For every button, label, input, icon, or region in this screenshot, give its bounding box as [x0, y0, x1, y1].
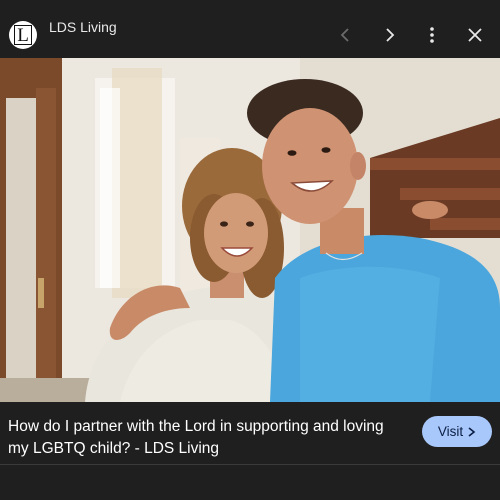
site-name[interactable]: LDS Living — [49, 19, 117, 35]
site-logo[interactable]: L — [9, 21, 37, 49]
next-button[interactable] — [376, 22, 402, 48]
chevron-right-icon — [468, 426, 476, 437]
chevron-left-icon — [340, 28, 349, 42]
visit-label: Visit — [437, 424, 464, 439]
bottom-area — [0, 465, 500, 500]
viewer-header: L LDS Living — [0, 0, 500, 58]
close-button[interactable] — [462, 22, 488, 48]
image-caption[interactable]: How do I partner with the Lord in suppor… — [8, 416, 408, 460]
chevron-right-icon — [386, 28, 395, 42]
photo-illustration — [0, 58, 500, 402]
more-options-button[interactable] — [419, 22, 445, 48]
close-icon — [468, 28, 482, 42]
more-vert-icon — [430, 27, 434, 43]
previous-button[interactable] — [333, 22, 359, 48]
visit-button[interactable]: Visit — [422, 416, 492, 447]
preview-image[interactable] — [0, 58, 500, 402]
logo-letter: L — [14, 25, 32, 46]
